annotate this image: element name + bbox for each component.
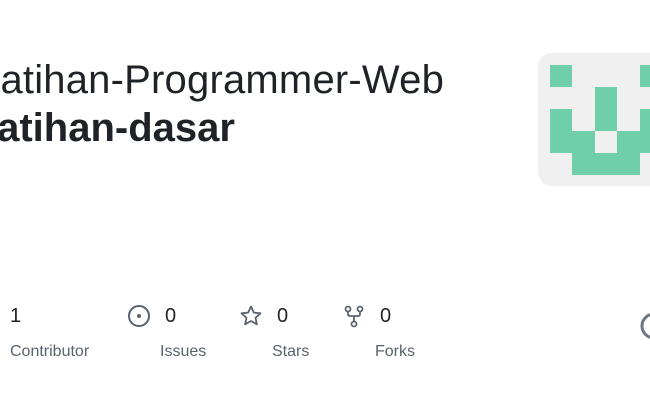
issue-icon — [127, 304, 151, 328]
star-icon — [239, 304, 263, 328]
stat-contributors: 1 Contributor — [10, 302, 89, 361]
forks-count: 0 — [380, 304, 392, 327]
repo-avatar — [538, 53, 650, 186]
repo-name[interactable]: latihan-dasar — [0, 106, 235, 151]
stat-stars: 0 Stars — [239, 302, 309, 361]
repo-owner[interactable]: Latihan-Programmer-Web — [0, 58, 444, 103]
contributors-count: 1 — [10, 304, 22, 327]
identicon-graphic — [550, 65, 650, 175]
issues-count: 0 — [165, 304, 177, 327]
github-logo-icon — [640, 312, 650, 340]
stat-forks: 0 Forks — [342, 302, 415, 361]
fork-icon — [342, 304, 366, 328]
issues-label: Issues — [160, 343, 207, 360]
contributors-label: Contributor — [10, 343, 90, 360]
repo-card: Latihan-Programmer-Web latihan-dasar 1 C… — [0, 0, 650, 400]
stars-label: Stars — [272, 343, 310, 360]
forks-label: Forks — [375, 343, 415, 360]
stat-issues: 0 Issues — [127, 302, 206, 361]
stars-count: 0 — [277, 304, 289, 327]
